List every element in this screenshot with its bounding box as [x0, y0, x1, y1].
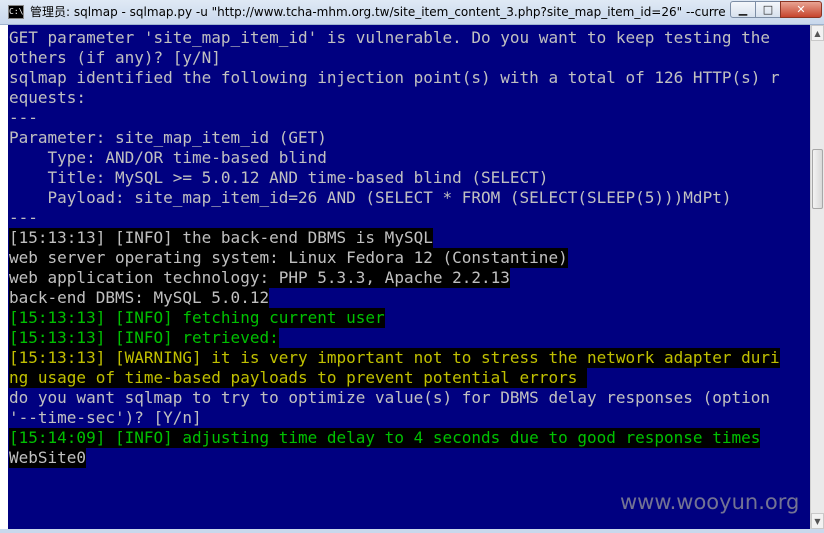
console-line: web server operating system: Linux Fedor… [9, 248, 568, 268]
console-line: equests: [9, 88, 87, 107]
window-titlebar[interactable]: C:\ 管理员: sqlmap - sqlmap.py -u "http://w… [0, 0, 824, 25]
console-line: back-end DBMS: MySQL 5.0.12 [9, 288, 270, 308]
console-line: sqlmap identified the following injectio… [9, 68, 780, 87]
console-line: GET parameter 'site_map_item_id' is vuln… [9, 28, 770, 47]
console-line: Parameter: site_map_item_id (GET) [9, 128, 327, 147]
console-line-info: [15:13:13] [INFO] fetching current user [9, 308, 385, 328]
console-line-info: [15:13:13] [INFO] retrieved: [9, 328, 279, 348]
console-line: others (if any)? [y/N] [9, 48, 221, 67]
console-line-prompt: do you want sqlmap to try to optimize va… [9, 388, 770, 407]
watermark-text: www.wooyun.org [620, 490, 800, 514]
minimize-button[interactable]: ▁ [730, 1, 756, 18]
cmd-icon: C:\ [8, 5, 24, 19]
console-line: Title: MySQL >= 5.0.12 AND time-based bl… [9, 168, 549, 187]
scroll-down-icon[interactable]: ▼ [811, 513, 824, 529]
console-line-info: [15:13:13] [INFO] the back-end DBMS is M… [9, 228, 433, 248]
close-button[interactable]: ✕ [780, 1, 822, 18]
console-line: --- [9, 108, 38, 127]
maximize-button[interactable]: □ [755, 1, 781, 18]
console-line-warning: ng usage of time-based payloads to preve… [9, 368, 587, 388]
scrollbar-thumb[interactable] [812, 149, 823, 209]
console-line: web application technology: PHP 5.3.3, A… [9, 268, 510, 288]
vertical-scrollbar[interactable]: ▲ ▼ [810, 25, 824, 529]
console-line: --- [9, 208, 38, 227]
scroll-up-icon[interactable]: ▲ [811, 25, 824, 41]
window-title: 管理员: sqlmap - sqlmap.py -u "http://www.t… [30, 5, 726, 19]
console-line-info: [15:14:09] [INFO] adjusting time delay t… [9, 428, 761, 448]
console-line-result: WebSite0 [9, 448, 87, 468]
console-line-warning: [15:13:13] [WARNING] it is very importan… [9, 348, 780, 368]
window-bottom-border [0, 529, 824, 533]
console-line: Payload: site_map_item_id=26 AND (SELECT… [9, 188, 732, 207]
console-line: Type: AND/OR time-based blind [9, 148, 327, 167]
console-line-prompt: '--time-sec')? [Y/n] [9, 408, 202, 427]
console-output[interactable]: GET parameter 'site_map_item_id' is vuln… [8, 25, 810, 529]
